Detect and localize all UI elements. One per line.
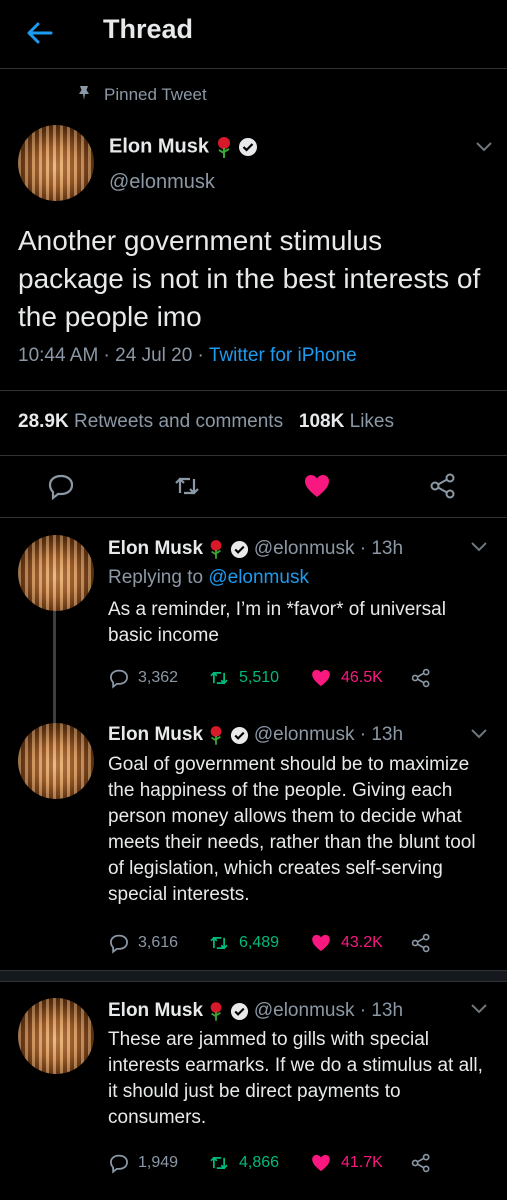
replying-handle[interactable]: @elonmusk bbox=[208, 567, 309, 588]
author-name[interactable]: Elon Musk bbox=[108, 538, 203, 559]
rose-icon bbox=[210, 540, 222, 559]
verified-icon bbox=[230, 540, 248, 558]
retweet-count: 4,866 bbox=[239, 1154, 280, 1171]
pinned-text: Pinned Tweet bbox=[104, 85, 207, 104]
tweet-time: 10:44 AM · 24 Jul 20 · bbox=[18, 345, 209, 366]
retweet-count: 5,510 bbox=[239, 669, 280, 686]
pin-icon bbox=[79, 86, 89, 100]
back-arrow-icon[interactable] bbox=[24, 18, 54, 48]
retweet-icon bbox=[210, 936, 228, 950]
comment-button[interactable]: 3,616 bbox=[108, 932, 178, 954]
comment-icon[interactable] bbox=[46, 471, 76, 501]
section-divider bbox=[0, 970, 507, 982]
comment-icon bbox=[110, 934, 128, 954]
top-bar: Thread bbox=[0, 0, 507, 69]
rose-icon bbox=[210, 1002, 222, 1021]
tweet-meta: 10:44 AM · 24 Jul 20 · Twitter for iPhon… bbox=[18, 345, 357, 367]
page-title: Thread bbox=[103, 14, 194, 44]
rose-icon bbox=[217, 137, 230, 158]
tweet-text: Goal of government should be to maximize… bbox=[108, 754, 476, 905]
share-button[interactable] bbox=[410, 667, 440, 689]
chevron-down-icon[interactable] bbox=[470, 541, 488, 553]
chevron-down-icon[interactable] bbox=[470, 1003, 488, 1015]
chevron-down-icon[interactable] bbox=[475, 141, 493, 153]
comment-count: 3,616 bbox=[138, 934, 179, 951]
verified-icon bbox=[239, 138, 258, 156]
tweet-text: Another government stimulus package is n… bbox=[18, 225, 481, 332]
retweet-button[interactable]: 5,510 bbox=[207, 667, 279, 689]
verified-icon bbox=[230, 726, 248, 744]
tweet-text: These are jammed to gills with special i… bbox=[108, 1029, 483, 1128]
tweet-actions: 3,362 5,510 46.5K bbox=[108, 667, 493, 691]
rose-icon bbox=[210, 726, 222, 745]
author-handle[interactable]: @elonmusk bbox=[109, 171, 215, 194]
retweet-icon bbox=[210, 671, 228, 685]
author-name[interactable]: Elon Musk bbox=[108, 1000, 203, 1021]
comment-icon bbox=[110, 669, 128, 689]
verified-icon bbox=[230, 1002, 248, 1020]
share-icon[interactable] bbox=[428, 471, 458, 501]
like-icon bbox=[312, 669, 330, 687]
tweet-actions: 3,616 6,489 43.2K bbox=[108, 932, 493, 956]
retweet-button[interactable]: 4,866 bbox=[207, 1152, 279, 1174]
avatar[interactable] bbox=[18, 998, 94, 1074]
replying-to: Replying to @elonmusk bbox=[108, 567, 309, 589]
like-icon bbox=[312, 1154, 330, 1172]
share-button[interactable] bbox=[410, 932, 440, 954]
avatar[interactable] bbox=[18, 723, 94, 799]
thread-connector bbox=[53, 611, 56, 723]
avatar[interactable] bbox=[18, 125, 94, 201]
author-row: Elon Musk @elonmusk · 13h bbox=[108, 724, 403, 746]
share-icon bbox=[411, 933, 430, 953]
author-name[interactable]: Elon Musk bbox=[109, 135, 209, 157]
tweet-text: As a reminder, I’m in *favor* of univers… bbox=[108, 599, 446, 646]
comment-count: 3,362 bbox=[138, 669, 179, 686]
retweet-icon bbox=[210, 1156, 228, 1170]
likes-count[interactable]: 108K bbox=[299, 411, 344, 432]
like-count: 41.7K bbox=[341, 1154, 383, 1171]
author-name[interactable]: Elon Musk bbox=[108, 724, 203, 745]
tweet-source[interactable]: Twitter for iPhone bbox=[209, 345, 357, 366]
handle-time[interactable]: @elonmusk · 13h bbox=[254, 538, 403, 559]
like-icon[interactable] bbox=[302, 471, 332, 501]
pinned-label: Pinned Tweet bbox=[76, 85, 207, 105]
like-button[interactable]: 43.2K bbox=[309, 932, 383, 954]
comment-button[interactable]: 3,362 bbox=[108, 667, 178, 689]
retweets-count[interactable]: 28.9K bbox=[18, 411, 69, 432]
engagement-stats: 28.9K Retweets and comments 108K Likes bbox=[0, 390, 507, 456]
likes-label[interactable]: Likes bbox=[350, 411, 394, 432]
like-count: 46.5K bbox=[341, 669, 383, 686]
share-button[interactable] bbox=[410, 1152, 440, 1174]
like-button[interactable]: 46.5K bbox=[309, 667, 383, 689]
retweet-icon[interactable] bbox=[172, 471, 202, 501]
handle-time[interactable]: @elonmusk · 13h bbox=[254, 724, 403, 745]
comment-count: 1,949 bbox=[138, 1154, 179, 1171]
comment-icon bbox=[110, 1154, 128, 1174]
retweets-label[interactable]: Retweets and comments bbox=[74, 411, 283, 432]
like-button[interactable]: 41.7K bbox=[309, 1152, 383, 1174]
author-row: Elon Musk @elonmusk · 13h bbox=[108, 1000, 403, 1022]
retweet-button[interactable]: 6,489 bbox=[207, 932, 279, 954]
author-row: Elon Musk bbox=[109, 135, 258, 159]
author-row: Elon Musk @elonmusk · 13h bbox=[108, 538, 403, 560]
chevron-down-icon[interactable] bbox=[470, 728, 488, 740]
comment-button[interactable]: 1,949 bbox=[108, 1152, 178, 1174]
share-icon bbox=[411, 668, 430, 688]
handle-time[interactable]: @elonmusk · 13h bbox=[254, 1000, 403, 1021]
like-icon bbox=[312, 934, 330, 952]
avatar[interactable] bbox=[18, 535, 94, 611]
tweet-actions bbox=[0, 455, 507, 518]
like-count: 43.2K bbox=[341, 934, 383, 951]
retweet-count: 6,489 bbox=[239, 934, 280, 951]
tweet-actions: 1,949 4,866 41.7K bbox=[108, 1152, 493, 1176]
replying-prefix: Replying to bbox=[108, 567, 209, 588]
share-icon bbox=[411, 1153, 430, 1173]
